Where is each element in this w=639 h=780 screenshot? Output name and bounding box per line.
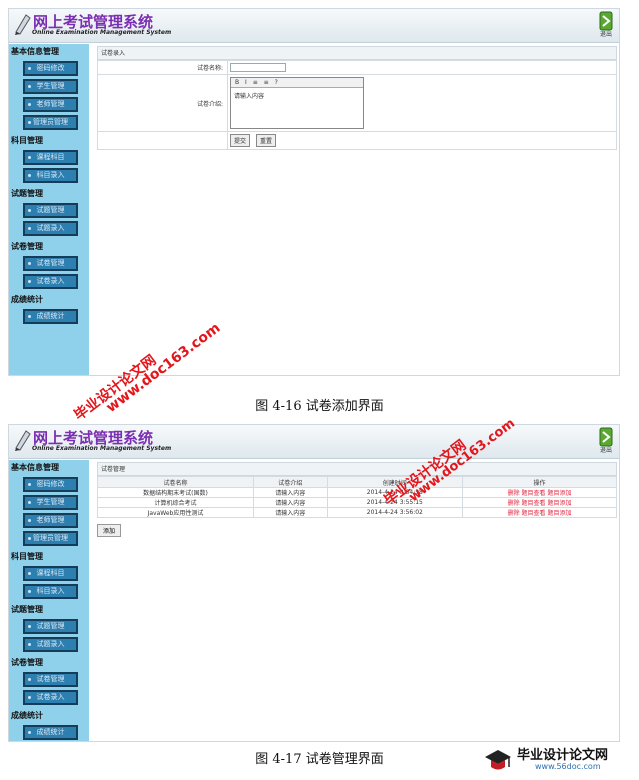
- col-name: 试卷名称: [97, 476, 254, 488]
- editor-toolbar[interactable]: B I ≡ ≡ ?: [231, 78, 363, 88]
- sidebar-item-scores[interactable]: 成绩统计: [23, 725, 78, 740]
- sidebar-group-basic: 基本信息管理: [11, 463, 59, 472]
- cell-intro: 请输入内容: [252, 507, 328, 518]
- cell-name: JavaWeb应用性测试: [97, 507, 254, 518]
- footer-logo-url: www.56doc.com: [535, 762, 601, 771]
- col-ops: 操作: [462, 476, 617, 488]
- sidebar-group-subjects: 科目管理: [11, 136, 43, 145]
- pen-logo-icon: [15, 14, 31, 35]
- sidebar-group-questions: 试题管理: [11, 189, 43, 198]
- sidebar-item-subject-entry[interactable]: 科目录入: [23, 168, 78, 183]
- sidebar-item-students[interactable]: 学生管理: [23, 495, 78, 510]
- exit-button[interactable]: 退出: [597, 427, 615, 457]
- sidebar-item-password[interactable]: 密码修改: [23, 61, 78, 76]
- exit-icon: [599, 427, 613, 447]
- sidebar-item-questions[interactable]: 试题管理: [23, 619, 78, 634]
- sidebar-item-scores[interactable]: 成绩统计: [23, 309, 78, 324]
- sidebar-item-papers[interactable]: 试卷管理: [23, 256, 78, 271]
- sidebar-item-papers[interactable]: 试卷管理: [23, 672, 78, 687]
- table-header: 试卷名称 试卷介绍 创建时间 操作: [97, 476, 617, 488]
- add-paper-button[interactable]: 添加: [97, 524, 122, 537]
- sidebar-item-password[interactable]: 密码修改: [23, 477, 78, 492]
- sidebar-group-questions: 试题管理: [11, 605, 43, 614]
- sidebar-item-admins[interactable]: 管理员管理: [23, 531, 78, 546]
- row-actions[interactable]: 删除 题目查看 题目添加: [462, 487, 617, 498]
- app-header: 网上考试管理系统 Online Examination Management S…: [9, 9, 619, 43]
- sidebar-item-questions[interactable]: 试题管理: [23, 203, 78, 218]
- reset-button[interactable]: 重置: [255, 134, 276, 147]
- cell-intro: 请输入内容: [252, 487, 328, 498]
- sidebar-item-students[interactable]: 学生管理: [23, 79, 78, 94]
- main-panel: 试卷录入 试卷名称: 试卷介绍: B I ≡ ≡ ? 请输入内容 提交 重置: [97, 46, 617, 150]
- sidebar-group-scores: 成绩统计: [11, 295, 43, 304]
- paper-form: 试卷名称: 试卷介绍: B I ≡ ≡ ? 请输入内容 提交 重置: [97, 60, 617, 150]
- panel-title: 试卷录入: [97, 46, 617, 60]
- cell-intro: 请输入内容: [252, 497, 328, 508]
- paper-table: 试卷名称 试卷介绍 创建时间 操作 数据结构期末考试(国数) 请输入内容 201…: [97, 476, 617, 518]
- footer-logo-text: 毕业设计论文网: [517, 748, 609, 763]
- app-header: 网上考试管理系统 Online Examination Management S…: [9, 425, 619, 459]
- sidebar-group-papers: 试卷管理: [11, 658, 43, 667]
- sidebar-item-subjects[interactable]: 课程科目: [23, 150, 78, 165]
- app-subtitle: Online Examination Management System: [32, 29, 172, 36]
- sidebar-group-subjects: 科目管理: [11, 552, 43, 561]
- row-actions[interactable]: 删除 题目查看 题目添加: [462, 497, 617, 508]
- sidebar-group-papers: 试卷管理: [11, 242, 43, 251]
- row-actions[interactable]: 删除 题目查看 题目添加: [462, 507, 617, 518]
- intro-label: 试卷介绍:: [97, 74, 228, 132]
- sidebar-item-subject-entry[interactable]: 科目录入: [23, 584, 78, 599]
- pen-logo-icon: [15, 430, 31, 451]
- main-panel: 试卷管理 试卷名称 试卷介绍 创建时间 操作 数据结构期末考试(国数) 请输入内…: [97, 462, 617, 537]
- sidebar-item-question-entry[interactable]: 试题录入: [23, 221, 78, 236]
- cell-name: 计算机综合考试: [97, 497, 254, 508]
- sidebar-item-subjects[interactable]: 课程科目: [23, 566, 78, 581]
- rich-text-editor[interactable]: B I ≡ ≡ ? 请输入内容: [230, 77, 364, 129]
- editor-content[interactable]: 请输入内容: [231, 88, 363, 103]
- table-row: JavaWeb应用性测试 请输入内容 2014-4-24 3:56:02 删除 …: [97, 507, 617, 518]
- sidebar-group-scores: 成绩统计: [11, 711, 43, 720]
- sidebar-item-teachers[interactable]: 老师管理: [23, 97, 78, 112]
- sidebar-item-paper-entry[interactable]: 试卷录入: [23, 690, 78, 705]
- screenshot-paper-manage: 网上考试管理系统 Online Examination Management S…: [8, 424, 620, 742]
- sidebar-item-paper-entry[interactable]: 试卷录入: [23, 274, 78, 289]
- sidebar-item-admins[interactable]: 管理员管理: [23, 115, 78, 130]
- col-intro: 试卷介绍: [252, 476, 328, 488]
- table-row: 数据结构期末考试(国数) 请输入内容 2014-4-24 3:54:58 删除 …: [97, 487, 617, 498]
- exit-icon: [599, 11, 613, 31]
- sidebar-item-question-entry[interactable]: 试题录入: [23, 637, 78, 652]
- submit-button[interactable]: 提交: [230, 134, 251, 147]
- screenshot-paper-add: 网上考试管理系统 Online Examination Management S…: [8, 8, 620, 376]
- sidebar: 基本信息管理 密码修改 学生管理 老师管理 管理员管理 科目管理 课程科目 科目…: [9, 460, 89, 741]
- sidebar-group-basic: 基本信息管理: [11, 47, 59, 56]
- sidebar: 基本信息管理 密码修改 学生管理 老师管理 管理员管理 科目管理 课程科目 科目…: [9, 44, 89, 375]
- panel-title: 试卷管理: [97, 462, 617, 476]
- footer-logo: 毕业设计论文网 www.56doc.com: [483, 742, 633, 778]
- paper-name-input[interactable]: [230, 63, 286, 72]
- cell-name: 数据结构期末考试(国数): [97, 487, 254, 498]
- name-label: 试卷名称:: [97, 60, 228, 75]
- cell-time: 2014-4-24 3:56:02: [326, 507, 464, 518]
- table-row: 计算机综合考试 请输入内容 2014-4-24 3:55:15 删除 题目查看 …: [97, 497, 617, 508]
- app-subtitle: Online Examination Management System: [32, 445, 172, 452]
- mortarboard-logo-icon: [485, 750, 511, 770]
- exit-button[interactable]: 退出: [597, 11, 615, 41]
- sidebar-item-teachers[interactable]: 老师管理: [23, 513, 78, 528]
